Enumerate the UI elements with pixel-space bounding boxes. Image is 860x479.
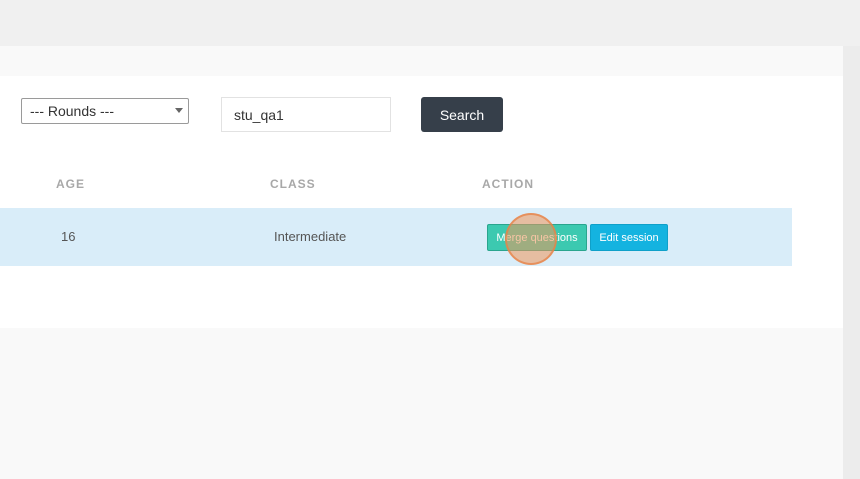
table-row: 16 Intermediate Merge questions Edit ses… [0,208,792,266]
cell-age: 16 [61,229,76,244]
rounds-select[interactable]: --- Rounds --- [21,98,189,124]
merge-questions-button[interactable]: Merge questions [487,224,587,251]
column-header-action: ACTION [482,177,534,191]
search-button[interactable]: Search [421,97,503,132]
search-input[interactable] [221,97,391,132]
chevron-down-icon [175,108,183,113]
cell-class: Intermediate [274,229,347,244]
column-header-class: CLASS [270,177,316,191]
rounds-select-value: --- Rounds --- [30,103,115,119]
column-header-age: AGE [56,177,86,191]
content-panel: --- Rounds --- Search AGE CLASS ACTION 1… [0,76,843,328]
scrollbar-track[interactable] [843,46,860,479]
edit-session-button[interactable]: Edit session [590,224,668,251]
page-background: --- Rounds --- Search AGE CLASS ACTION 1… [0,46,843,479]
